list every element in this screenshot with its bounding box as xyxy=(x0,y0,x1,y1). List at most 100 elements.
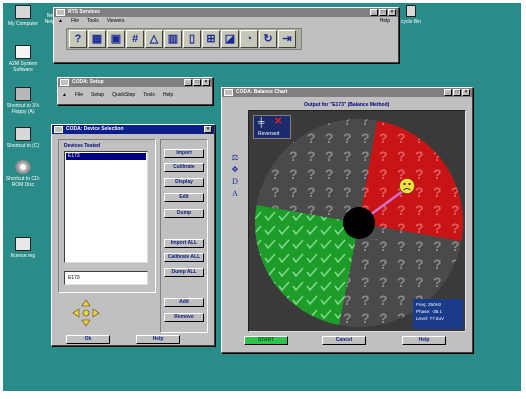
import-button[interactable]: Import xyxy=(164,149,204,158)
output-label: Output for "E173" (Balance Method) xyxy=(304,102,390,108)
menu-setup[interactable]: Setup xyxy=(91,91,104,99)
add-button[interactable]: Add xyxy=(164,298,204,307)
balance-icon[interactable]: ⚖ xyxy=(228,152,242,164)
search-icon[interactable]: ◔ xyxy=(240,30,258,48)
menu-file[interactable]: File xyxy=(75,91,83,99)
side-letter-d: D xyxy=(232,177,238,186)
desktop-icon-label: Shortcut to (C) xyxy=(6,143,40,149)
window-title: CODA: Balance Chart xyxy=(236,89,288,95)
floppy-icon xyxy=(15,87,31,101)
window-title: CODA: Device Selection xyxy=(66,126,124,132)
maximize-button[interactable]: □ xyxy=(379,9,387,16)
device-icon[interactable]: ▣ xyxy=(107,30,125,48)
triangle-icon[interactable]: △ xyxy=(145,30,163,48)
desktop-icon-label: license.reg xyxy=(10,253,36,259)
exit-icon[interactable]: ⇥ xyxy=(278,30,296,48)
rts-menubar: ▲ File Tools Viewers Help xyxy=(54,17,398,25)
cd-icon xyxy=(15,160,31,174)
license-reg-icon[interactable]: license.reg xyxy=(3,237,43,259)
edit-button[interactable]: Edit xyxy=(164,193,204,202)
level-readout: Level: 77.6uV xyxy=(416,316,445,321)
desktop-icon-label: Shortcut to CD-ROM Disc xyxy=(5,176,41,188)
maximize-button[interactable]: □ xyxy=(453,89,461,96)
desktop-icon-label: cycle Bin xyxy=(400,19,421,25)
dump-all-button[interactable]: Dump ALL xyxy=(164,268,204,277)
balance-titlebar: CODA: Balance Chart _ □ × xyxy=(222,88,472,97)
ok-button[interactable]: Ok xyxy=(66,335,110,344)
minimize-button[interactable]: _ xyxy=(370,9,378,16)
import-all-button[interactable]: Import ALL xyxy=(164,239,204,248)
remove-button[interactable]: Remove xyxy=(164,313,204,322)
grid-icon[interactable]: # xyxy=(126,30,144,48)
svg-text:· · ·: · · · xyxy=(371,237,377,242)
cancel-button[interactable]: Cancel xyxy=(322,336,366,345)
panel-icon[interactable]: ▯ xyxy=(183,30,201,48)
system-menu-icon[interactable]: ▲ xyxy=(62,91,67,99)
window-title: RTS Services xyxy=(68,9,100,15)
bars-icon[interactable]: ▥ xyxy=(164,30,182,48)
rts-titlebar: RTS Services _ □ × xyxy=(54,8,398,17)
start-button[interactable]: START xyxy=(244,336,288,345)
help-icon[interactable]: ? xyxy=(69,30,87,48)
device-selection-window: CODA: Device Selection × Devices Tested … xyxy=(51,124,215,346)
device-titlebar: CODA: Device Selection × xyxy=(52,125,214,134)
maximize-button[interactable]: □ xyxy=(193,79,201,86)
close-button[interactable]: × xyxy=(202,79,210,86)
calibrate-button[interactable]: Calibrate xyxy=(164,163,204,172)
close-button[interactable]: × xyxy=(388,9,396,16)
computer-icon xyxy=(15,5,31,19)
menu-quickstep[interactable]: QuickStep xyxy=(112,91,135,99)
close-button[interactable]: × xyxy=(462,89,470,96)
cross-icon: ✕ xyxy=(274,116,283,127)
a2m-software-icon[interactable]: A2M System Software xyxy=(3,45,43,73)
network-icon[interactable]: ⊞ xyxy=(202,30,220,48)
sad-face-icon xyxy=(399,178,415,194)
menu-tools[interactable]: Tools xyxy=(143,91,155,99)
hub xyxy=(343,207,375,239)
trash-icon xyxy=(406,5,416,17)
direction-icon[interactable]: ✥ xyxy=(228,164,242,176)
desktop-icon-label: A2M System Software xyxy=(8,61,38,73)
display-button[interactable]: Display xyxy=(164,178,204,187)
side-toolbar: ⚖ ✥ D A xyxy=(228,152,242,200)
calibrate-all-button[interactable]: Calibrate ALL xyxy=(164,253,204,262)
menu-file[interactable]: File xyxy=(71,17,79,25)
setup-menubar: ▲ File Setup QuickStep Tools Help xyxy=(58,91,212,99)
menu-help[interactable]: Help xyxy=(380,17,390,25)
device-name-field[interactable]: E173 xyxy=(64,271,148,285)
cdrom-shortcut-icon[interactable]: Shortcut to CD-ROM Disc xyxy=(3,160,43,188)
help-button[interactable]: Help xyxy=(402,336,446,345)
desktop-icon-label: My Computer xyxy=(7,21,38,27)
reversed-indicator[interactable]: ╪ ✕ Reversed xyxy=(253,115,291,139)
floppy-shortcut-icon[interactable]: Shortcut to 3½ Floppy (A) xyxy=(3,87,43,115)
side-letter-a: A xyxy=(232,189,238,198)
desktop-icon-label: Shortcut to 3½ Floppy (A) xyxy=(6,103,40,115)
c-drive-shortcut-icon[interactable]: Shortcut to (C) xyxy=(3,127,43,149)
registry-icon xyxy=(15,237,31,251)
system-menu-icon[interactable]: ▲ xyxy=(58,17,63,25)
rts-toolbar: ? ▦ ▣ # △ ▥ ▯ ⊞ ◪ ◔ ↻ ⇥ xyxy=(66,28,302,50)
devices-tested-label: Devices Tested xyxy=(64,143,101,149)
coda-setup-window: CODA: Setup _ □ × ▲ File Setup QuickStep… xyxy=(57,77,213,105)
setup-titlebar: CODA: Setup _ □ × xyxy=(58,78,212,87)
menu-tools[interactable]: Tools xyxy=(87,17,99,25)
dump-button[interactable]: Dump xyxy=(164,209,204,218)
folder-icon xyxy=(15,45,31,59)
module-icon[interactable]: ▦ xyxy=(88,30,106,48)
reload-icon[interactable]: ↻ xyxy=(259,30,277,48)
my-computer-icon[interactable]: My Computer xyxy=(3,5,43,27)
menu-viewers[interactable]: Viewers xyxy=(107,17,125,25)
devices-list[interactable]: E173 xyxy=(64,151,148,263)
minimize-button[interactable]: _ xyxy=(184,79,192,86)
move-arrows-icon[interactable] xyxy=(72,299,100,327)
close-button[interactable]: × xyxy=(204,126,212,133)
desktop: My Computer Netwo Neighbo A2M System Sof… xyxy=(3,3,521,391)
menu-help[interactable]: Help xyxy=(163,91,173,99)
help-button[interactable]: Help xyxy=(136,335,180,344)
balance-chart[interactable]: ? ? xyxy=(248,110,466,332)
chart-icon[interactable]: ◪ xyxy=(221,30,239,48)
list-item[interactable]: E173 xyxy=(66,153,146,160)
freq-readout: Freq: 250Hz xyxy=(416,302,442,307)
readout-box: Freq: 250Hz Phase: -38.1 Level: 77.6uV xyxy=(413,299,463,329)
minimize-button[interactable]: _ xyxy=(444,89,452,96)
